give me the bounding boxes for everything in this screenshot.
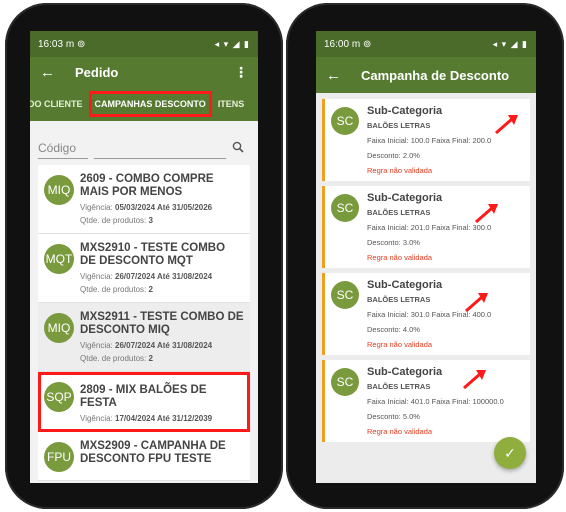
page-title: Pedido xyxy=(75,64,119,80)
avatar: MIQ xyxy=(44,175,74,205)
item-vigencia: Vigência: 17/04/2024 Até 31/12/2039 xyxy=(80,414,213,423)
rule-card[interactable]: SC Sub-Categoria BALÕES LETRAS Faixa Ini… xyxy=(322,186,530,268)
item-title: MXS2909 - CAMPANHA DE DESCONTO FPU TESTE xyxy=(80,440,226,465)
phone-left: 16:03 m ⊚ ◂ ▾ ◢ ▮ ← Pedido ⋮ DO CLIENTE … xyxy=(5,3,283,509)
item-qtd: Qtde. de produtos: 2 xyxy=(80,285,153,294)
card-error: Regra não validada xyxy=(367,253,433,262)
app-bar: ← Campanha de Desconto xyxy=(316,57,536,93)
red-arrow-icon xyxy=(495,115,518,135)
search-icon[interactable] xyxy=(226,141,250,156)
back-arrow-icon[interactable]: ← xyxy=(326,67,341,84)
card-title: Sub-Categoria xyxy=(367,279,443,291)
item-qtd: Qtde. de produtos: 3 xyxy=(80,216,153,225)
rule-list: SC Sub-Categoria BALÕES LETRAS Faixa Ini… xyxy=(316,93,536,442)
item-title: 2809 - MIX BALÕES DE FESTA xyxy=(80,384,207,409)
item-vigencia: Vigência: 26/07/2024 Até 31/08/2024 xyxy=(80,341,213,350)
red-arrow-icon xyxy=(475,204,498,224)
card-title: Sub-Categoria xyxy=(367,192,443,204)
search-bar: Código xyxy=(38,137,250,159)
search-input[interactable] xyxy=(94,138,226,159)
card-desconto: Desconto: 3.0% xyxy=(367,238,420,247)
status-time: 16:03 m ⊚ xyxy=(38,38,86,50)
list-item[interactable]: MIQ 2609 - COMBO COMPRE MAIS POR MENOS V… xyxy=(38,165,250,234)
status-app-icon: ⊚ xyxy=(362,38,372,50)
avatar: MIQ xyxy=(44,313,74,343)
app-bar: ← Pedido ⋮ xyxy=(30,57,258,87)
tab-bar: DO CLIENTE CAMPANHAS DESCONTO ITENS xyxy=(30,87,258,121)
confirm-fab-button[interactable]: ✓ xyxy=(494,437,526,469)
back-arrow-icon[interactable]: ← xyxy=(40,64,55,81)
avatar: SQP xyxy=(44,382,74,412)
card-error: Regra não validada xyxy=(367,340,433,349)
status-icons: ◂ ▾ ◢ ▮ xyxy=(492,38,528,49)
red-arrow-icon xyxy=(465,293,488,313)
codigo-input[interactable]: Código xyxy=(38,138,88,159)
card-faixa: Faixa Inicial: 401.0 Faixa Final: 100000… xyxy=(367,397,504,406)
status-app-icon: ⊚ xyxy=(76,38,86,50)
tab-campanhas-desconto[interactable]: CAMPANHAS DESCONTO xyxy=(88,91,212,117)
red-arrow-icon xyxy=(463,370,486,390)
item-qtd: Qtde. de produtos: 2 xyxy=(80,354,153,363)
status-time: 16:00 m ⊚ xyxy=(324,38,372,50)
list-item[interactable]: MQT MXS2910 - TESTE COMBO DE DESCONTO MQ… xyxy=(38,234,250,303)
list-item-highlighted[interactable]: SQP 2809 - MIX BALÕES DE FESTA Vigência:… xyxy=(38,372,250,432)
campaign-list: MIQ 2609 - COMBO COMPRE MAIS POR MENOS V… xyxy=(38,165,250,481)
card-error: Regra não validada xyxy=(367,427,433,436)
avatar: SC xyxy=(331,368,359,396)
card-error: Regra não validada xyxy=(367,166,433,175)
avatar: FPU xyxy=(44,442,74,472)
right-screen: 16:00 m ⊚ ◂ ▾ ◢ ▮ ← Campanha de Desconto… xyxy=(316,31,536,483)
rule-card[interactable]: SC Sub-Categoria BALÕES LETRAS Faixa Ini… xyxy=(322,273,530,355)
avatar: SC xyxy=(331,281,359,309)
card-desconto: Desconto: 4.0% xyxy=(367,325,420,334)
avatar: SC xyxy=(331,194,359,222)
check-icon: ✓ xyxy=(504,444,516,461)
avatar: MQT xyxy=(44,244,74,274)
item-title: 2609 - COMBO COMPRE MAIS POR MENOS xyxy=(80,173,214,198)
left-screen: 16:03 m ⊚ ◂ ▾ ◢ ▮ ← Pedido ⋮ DO CLIENTE … xyxy=(30,31,258,483)
more-menu-icon[interactable]: ⋮ xyxy=(234,64,248,81)
card-subcategory: BALÕES LETRAS xyxy=(367,121,431,130)
rule-card[interactable]: SC Sub-Categoria BALÕES LETRAS Faixa Ini… xyxy=(322,360,530,442)
list-item[interactable]: MIQ MXS2911 - TESTE COMBO DE DESCONTO MI… xyxy=(38,303,250,372)
page-title: Campanha de Desconto xyxy=(361,67,510,83)
card-desconto: Desconto: 5.0% xyxy=(367,412,420,421)
rule-card[interactable]: SC Sub-Categoria BALÕES LETRAS Faixa Ini… xyxy=(322,99,530,181)
card-faixa: Faixa Inicial: 100.0 Faixa Final: 200.0 xyxy=(367,136,492,145)
phone-right: 16:00 m ⊚ ◂ ▾ ◢ ▮ ← Campanha de Desconto… xyxy=(286,3,564,509)
status-bar: 16:00 m ⊚ ◂ ▾ ◢ ▮ xyxy=(316,31,536,57)
card-title: Sub-Categoria xyxy=(367,105,443,117)
card-desconto: Desconto: 2.0% xyxy=(367,151,420,160)
status-bar: 16:03 m ⊚ ◂ ▾ ◢ ▮ xyxy=(30,31,258,57)
item-title: MXS2911 - TESTE COMBO DE DESCONTO MIQ xyxy=(80,311,244,336)
item-vigencia: Vigência: 26/07/2024 Até 31/08/2024 xyxy=(80,272,213,281)
tab-cliente[interactable]: DO CLIENTE xyxy=(30,99,89,109)
card-subcategory: BALÕES LETRAS xyxy=(367,208,431,217)
card-faixa: Faixa Inicial: 201.0 Faixa Final: 300.0 xyxy=(367,223,492,232)
avatar: SC xyxy=(331,107,359,135)
status-icons: ◂ ▾ ◢ ▮ xyxy=(214,38,250,49)
item-title: MXS2910 - TESTE COMBO DE DESCONTO MQT xyxy=(80,242,226,267)
tab-itens[interactable]: ITENS xyxy=(212,99,251,109)
list-item[interactable]: FPU MXS2909 - CAMPANHA DE DESCONTO FPU T… xyxy=(38,432,250,481)
item-vigencia: Vigência: 05/03/2024 Até 31/05/2026 xyxy=(80,203,213,212)
